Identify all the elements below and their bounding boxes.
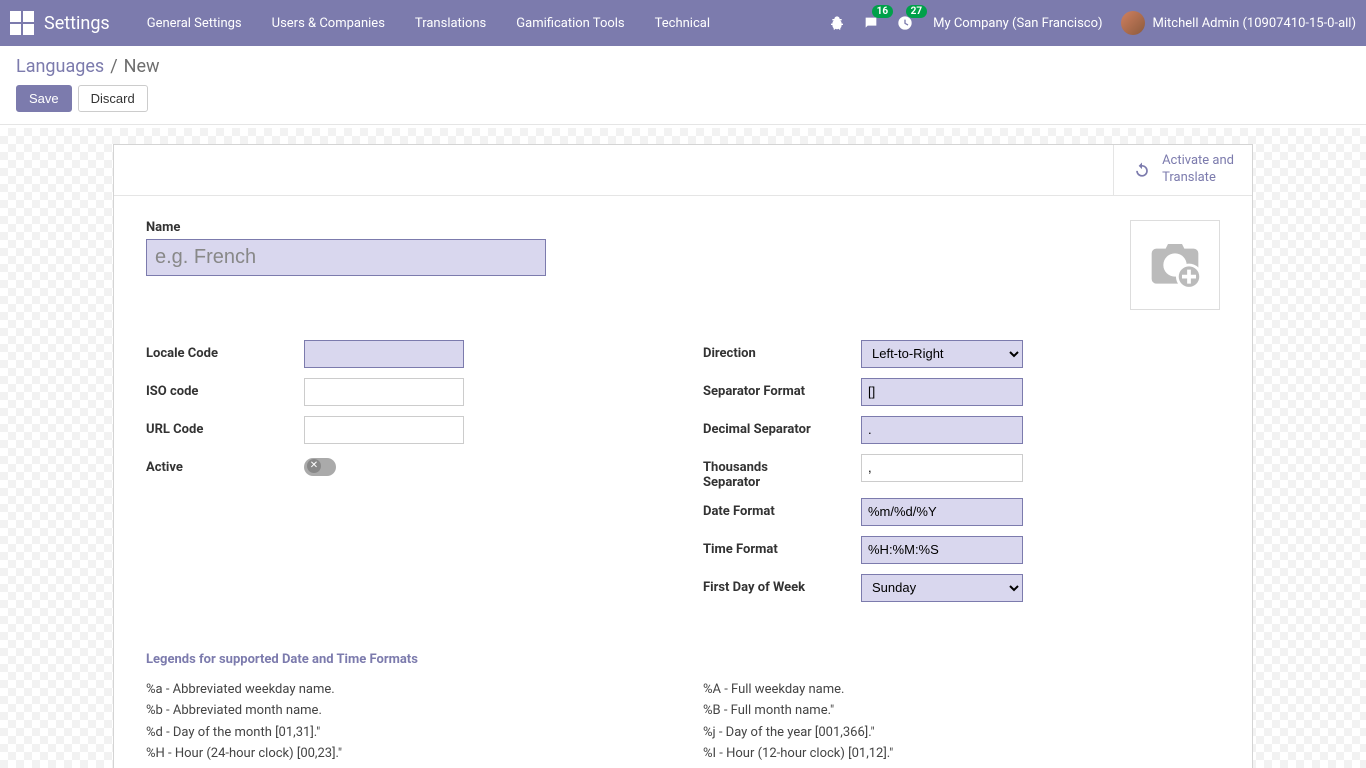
time-format-input[interactable] (861, 536, 1023, 564)
legend-B: %B - Full month name." (703, 700, 1220, 721)
legends-section: Legends for supported Date and Time Form… (146, 652, 1220, 768)
legend-d: %d - Day of the month [01,31]." (146, 722, 663, 743)
discard-button[interactable]: Discard (78, 85, 148, 112)
time-format-label: Time Format (703, 536, 861, 557)
company-switcher[interactable]: My Company (San Francisco) (929, 16, 1106, 31)
thousands-separator-input[interactable] (861, 454, 1023, 482)
activate-translate-line1: Activate and (1162, 153, 1234, 170)
camera-plus-icon (1147, 237, 1203, 293)
messages-icon[interactable]: 16 (861, 13, 881, 33)
activate-translate-line2: Translate (1162, 170, 1234, 187)
left-column: Locale Code ISO code URL Code Activ (146, 340, 663, 612)
form-view-scroll[interactable]: Activate and Translate Name (0, 128, 1366, 768)
legend-b: %b - Abbreviated month name. (146, 700, 663, 721)
main-navbar: Settings General Settings Users & Compan… (0, 0, 1366, 46)
direction-select[interactable]: Left-to-Right (861, 340, 1023, 368)
activities-badge: 27 (906, 5, 927, 18)
messages-badge: 16 (872, 5, 893, 18)
legend-A: %A - Full weekday name. (703, 679, 1220, 700)
avatar (1121, 11, 1145, 35)
nav-general-settings[interactable]: General Settings (132, 2, 257, 45)
nav-technical[interactable]: Technical (640, 2, 725, 45)
date-format-input[interactable] (861, 498, 1023, 526)
nav-translations[interactable]: Translations (400, 2, 501, 45)
active-toggle[interactable] (304, 458, 336, 476)
decimal-separator-label: Decimal Separator (703, 416, 861, 437)
url-code-label: URL Code (146, 416, 304, 437)
control-panel: Languages / New Save Discard (0, 46, 1366, 125)
breadcrumb-root[interactable]: Languages (16, 56, 104, 77)
legends-left: %a - Abbreviated weekday name. %b - Abbr… (146, 679, 663, 768)
separator-format-input[interactable] (861, 378, 1023, 406)
nav-menu: General Settings Users & Companies Trans… (132, 2, 725, 45)
legends-title: Legends for supported Date and Time Form… (146, 652, 1220, 667)
first-day-label: First Day of Week (703, 574, 861, 595)
name-input[interactable] (146, 239, 546, 276)
nav-gamification-tools[interactable]: Gamification Tools (501, 2, 639, 45)
name-label: Name (146, 220, 1110, 235)
active-label: Active (146, 454, 304, 475)
breadcrumb: Languages / New (16, 56, 1350, 77)
activities-icon[interactable]: 27 (895, 13, 915, 33)
debug-icon[interactable] (827, 13, 847, 33)
button-box: Activate and Translate (114, 145, 1252, 196)
breadcrumb-sep: / (110, 56, 117, 77)
right-column: Direction Left-to-Right Separator Format (703, 340, 1220, 612)
nav-users-companies[interactable]: Users & Companies (257, 2, 400, 45)
form-sheet: Activate and Translate Name (113, 144, 1253, 768)
locale-code-label: Locale Code (146, 340, 304, 361)
iso-code-input[interactable] (304, 378, 464, 406)
activate-translate-button[interactable]: Activate and Translate (1113, 145, 1252, 195)
legend-j: %j - Day of the year [001,366]." (703, 722, 1220, 743)
decimal-separator-input[interactable] (861, 416, 1023, 444)
legends-right: %A - Full weekday name. %B - Full month … (703, 679, 1220, 768)
locale-code-input[interactable] (304, 340, 464, 368)
app-brand[interactable]: Settings (44, 13, 110, 34)
first-day-select[interactable]: Sunday (861, 574, 1023, 602)
date-format-label: Date Format (703, 498, 861, 519)
apps-icon[interactable] (10, 11, 34, 35)
legend-a: %a - Abbreviated weekday name. (146, 679, 663, 700)
user-name: Mitchell Admin (10907410-15-0-all) (1153, 16, 1356, 31)
breadcrumb-current: New (124, 56, 160, 77)
user-menu[interactable]: Mitchell Admin (10907410-15-0-all) (1121, 11, 1356, 35)
legend-H: %H - Hour (24-hour clock) [00,23]." (146, 743, 663, 764)
direction-label: Direction (703, 340, 861, 361)
legend-p: %p - Equivalent of either AM or PM." (703, 765, 1220, 768)
save-button[interactable]: Save (16, 85, 72, 112)
legend-I: %I - Hour (12-hour clock) [01,12]." (703, 743, 1220, 764)
thousands-separator-label: Thousands Separator (703, 454, 861, 490)
refresh-icon (1132, 160, 1152, 180)
legend-M: %M - Minute [00,59]." (146, 765, 663, 768)
url-code-input[interactable] (304, 416, 464, 444)
flag-image-upload[interactable] (1130, 220, 1220, 310)
iso-code-label: ISO code (146, 378, 304, 399)
separator-format-label: Separator Format (703, 378, 861, 399)
